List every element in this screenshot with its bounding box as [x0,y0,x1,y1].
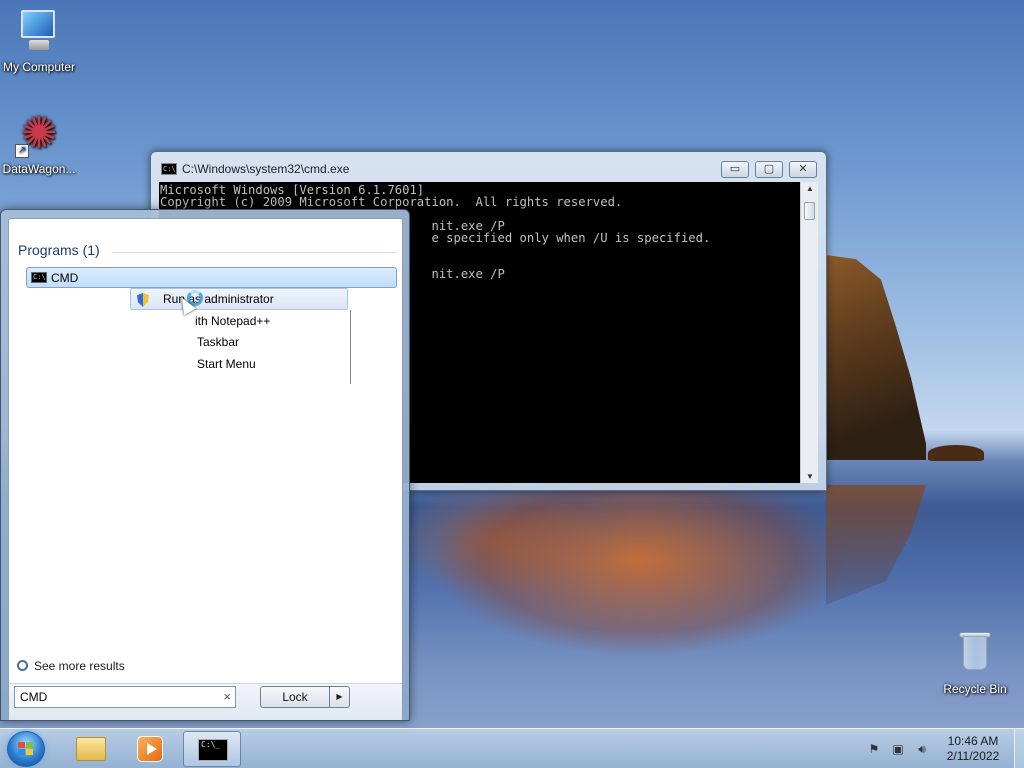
taskbar-media-player-button[interactable] [121,731,179,767]
taskbar: C:\_ ⚑ ▣ 🔊︎ 10:46 AM 2/11/2022 [0,728,1024,768]
desktop-icon-datawagon[interactable]: ✺ ↗ DataWagon... [0,110,78,177]
see-more-results-link[interactable]: See more results [17,659,125,673]
result-label: CMD [51,271,79,285]
shortcut-arrow-icon: ↗ [15,144,29,158]
context-menu: Run as administrator ith Notepad++ Taskb… [130,288,351,384]
context-menu-item-pin-start-menu[interactable]: Start Menu [197,357,256,371]
context-menu-item-run-as-admin[interactable]: Run as administrator [130,288,348,310]
windows-logo-icon [18,742,34,756]
heading-divider [112,252,397,253]
media-player-icon [137,736,163,762]
desktop-icon-label: My Computer [2,60,76,74]
volume-icon[interactable]: 🔊︎ [914,741,930,757]
recycle-bin-icon [951,630,999,678]
window-title: C:\Windows\system32\cmd.exe [182,162,350,176]
desktop-icon-my-computer[interactable]: My Computer [0,8,78,74]
taskbar-cmd-button[interactable]: C:\_ [183,731,241,767]
context-menu-item-open-with-notepad[interactable]: ith Notepad++ [195,314,270,328]
show-desktop-button[interactable] [1014,729,1024,768]
start-menu: Programs (1) C:\. CMD See more results C… [0,209,410,721]
context-menu-item-pin-taskbar[interactable]: Taskbar [197,335,239,349]
wallpaper-cliff [826,255,926,460]
maximize-button[interactable]: ▢ [755,161,783,178]
taskbar-clock[interactable]: 10:46 AM 2/11/2022 [938,734,1008,764]
clear-search-icon[interactable]: × [223,689,231,704]
console-line: Copyright (c) 2009 Microsoft Corporation… [160,195,623,209]
taskbar-explorer-button[interactable] [61,731,119,767]
vertical-scrollbar[interactable]: ▲ ▼ [800,182,818,483]
close-button[interactable]: ✕ [789,161,817,178]
see-more-label: See more results [34,659,125,673]
uac-shield-icon [137,293,149,307]
desktop-icon-label: Recycle Bin [943,682,1007,696]
clock-time: 10:46 AM [947,734,999,748]
cmd-titlebar[interactable]: C:\. C:\Windows\system32\cmd.exe ▭ ▢ ✕ [151,152,826,182]
search-value: CMD [20,690,48,704]
scroll-thumb[interactable] [804,202,815,220]
search-result-cmd[interactable]: C:\. CMD [26,267,397,288]
scroll-down-icon[interactable]: ▼ [801,472,819,481]
desktop-icon-recycle-bin[interactable]: Recycle Bin [936,630,1014,696]
power-options-arrow-icon[interactable]: ▶ [330,686,350,708]
network-icon[interactable]: ▣ [890,741,906,757]
start-button[interactable] [7,731,45,767]
minimize-button[interactable]: ▭ [721,161,749,178]
start-search-input[interactable]: CMD × [14,686,236,708]
action-center-icon[interactable]: ⚑ [866,741,882,757]
console-icon: C:\. [161,163,180,175]
wallpaper-rock [928,445,984,461]
computer-icon [15,8,63,56]
scroll-up-icon[interactable]: ▲ [801,184,819,193]
context-menu-body: ith Notepad++ Taskbar Start Menu [194,310,351,384]
folder-icon [76,737,106,761]
console-icon: C:\. [31,272,50,283]
clock-date: 2/11/2022 [946,749,1000,763]
wallpaper-reflection [826,485,926,605]
console-icon: C:\_ [198,739,228,761]
search-icon [17,660,28,671]
programs-heading: Programs (1) [18,242,100,258]
datawagon-icon: ✺ ↗ [15,110,63,158]
lock-button[interactable]: Lock [260,686,330,708]
desktop-icon-label: DataWagon... [2,162,76,176]
